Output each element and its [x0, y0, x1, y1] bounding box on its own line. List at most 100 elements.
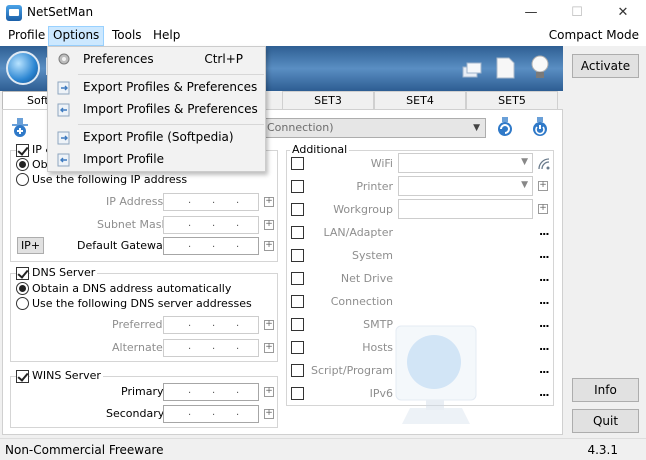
ip-use-following-radio[interactable]: [16, 173, 29, 186]
menu-item-export-profile[interactable]: Export Profile (Softpedia): [48, 126, 265, 148]
subnet-mask-field[interactable]: ...: [163, 216, 259, 234]
additional-checkbox[interactable]: [291, 272, 304, 285]
menu-profile[interactable]: Profile: [4, 26, 49, 46]
more-options-button[interactable]: ...: [539, 363, 550, 376]
chevron-down-icon: ▼: [521, 157, 528, 167]
additional-checkbox[interactable]: [291, 341, 304, 354]
ip-plus-button[interactable]: IP+: [17, 237, 44, 254]
more-options-button[interactable]: ...: [539, 225, 550, 238]
plus-icon[interactable]: +: [538, 204, 548, 214]
ip-checkbox[interactable]: [16, 144, 29, 157]
additional-row-label: System: [351, 249, 393, 262]
power-icon[interactable]: [530, 116, 550, 138]
plus-icon[interactable]: +: [538, 181, 548, 191]
more-options-button[interactable]: ...: [539, 271, 550, 284]
document-icon: [496, 57, 515, 79]
ip-address-field[interactable]: ...: [163, 193, 259, 211]
plus-icon[interactable]: +: [264, 197, 274, 207]
import-icon: [57, 103, 70, 117]
secondary-wins-field[interactable]: ...: [163, 405, 259, 423]
additional-row-label: LAN/Adapter: [323, 226, 393, 239]
menu-item-import-profile[interactable]: Import Profile: [48, 148, 265, 170]
additional-row-label: Workgroup: [333, 203, 393, 216]
more-options-button[interactable]: ...: [539, 340, 550, 353]
more-options-button[interactable]: ...: [539, 317, 550, 330]
plus-icon[interactable]: +: [264, 387, 274, 397]
menu-item-label: Export Profile (Softpedia): [83, 130, 234, 144]
dns-use-following-radio[interactable]: [16, 297, 29, 310]
menu-item-shortcut: Ctrl+P: [204, 52, 243, 66]
menu-item-export-profiles-preferences[interactable]: Export Profiles & Preferences: [48, 76, 265, 98]
printer-select[interactable]: ▼: [398, 176, 533, 196]
quit-button[interactable]: Quit: [572, 409, 639, 433]
more-options-button[interactable]: ...: [539, 294, 550, 307]
plus-icon[interactable]: +: [264, 241, 274, 251]
additional-checkbox[interactable]: [291, 387, 304, 400]
additional-checkbox[interactable]: [291, 364, 304, 377]
plus-icon[interactable]: +: [264, 343, 274, 353]
preferred-dns-field[interactable]: ...: [163, 316, 259, 334]
menu-item-preferences[interactable]: Preferences Ctrl+P: [48, 48, 265, 70]
primary-wins-field[interactable]: ...: [163, 383, 259, 401]
add-network-icon[interactable]: [10, 116, 30, 138]
activate-button[interactable]: Activate: [572, 54, 639, 78]
minimize-button[interactable]: —: [508, 0, 554, 26]
plus-icon[interactable]: +: [264, 409, 274, 419]
more-options-button[interactable]: ...: [539, 386, 550, 399]
title-bar: NetSetMan — ☐ ✕: [0, 0, 646, 26]
close-button[interactable]: ✕: [600, 0, 646, 26]
plus-icon[interactable]: +: [264, 220, 274, 230]
compact-mode-link[interactable]: Compact Mode: [549, 26, 639, 46]
menu-item-import-profiles-preferences[interactable]: Import Profiles & Preferences: [48, 98, 265, 120]
export-icon: [57, 81, 70, 95]
ip-use-following-label: Use the following IP address: [32, 173, 188, 186]
secondary-wins-label: Secondary: [106, 407, 165, 420]
menu-separator: [78, 74, 264, 75]
ip-obtain-radio[interactable]: [16, 158, 29, 171]
additional-checkbox[interactable]: [291, 318, 304, 331]
plus-icon[interactable]: +: [264, 320, 274, 330]
default-gateway-field[interactable]: ...: [163, 237, 259, 255]
additional-checkbox[interactable]: [291, 180, 304, 193]
dns-obtain-radio[interactable]: [16, 282, 29, 295]
menu-options[interactable]: Options: [48, 26, 105, 46]
wins-group-label: WINS Server: [30, 369, 103, 382]
menu-help[interactable]: Help: [149, 26, 184, 46]
globe-icon: [6, 51, 40, 85]
tab-set5[interactable]: SET5: [466, 91, 558, 110]
additional-group-label: Additional: [290, 143, 350, 156]
info-button[interactable]: Info: [572, 378, 639, 402]
window-title: NetSetMan: [27, 5, 94, 19]
preferred-dns-label: Preferred: [112, 318, 163, 331]
app-icon: [6, 5, 22, 21]
default-gateway-label: Default Gateway: [77, 239, 170, 252]
additional-row-label: Hosts: [362, 341, 393, 354]
tab-set4[interactable]: SET4: [374, 91, 466, 110]
alternate-dns-field[interactable]: ...: [163, 339, 259, 357]
wins-checkbox[interactable]: [16, 370, 29, 383]
maximize-button[interactable]: ☐: [554, 0, 600, 26]
dns-use-following-label: Use the following DNS server addresses: [32, 297, 252, 310]
workgroup-field[interactable]: [398, 199, 533, 219]
tab-set3[interactable]: SET3: [282, 91, 374, 110]
additional-checkbox[interactable]: [291, 203, 304, 216]
wifi-icon[interactable]: [538, 158, 550, 170]
menu-tools[interactable]: Tools: [108, 26, 146, 46]
wifi-select[interactable]: ▼: [398, 153, 533, 173]
additional-checkbox[interactable]: [291, 295, 304, 308]
additional-row-label: WiFi: [370, 157, 393, 170]
more-options-button[interactable]: ...: [539, 248, 550, 261]
refresh-icon[interactable]: [495, 116, 515, 138]
ip-address-label: IP Address: [106, 195, 164, 208]
additional-row-label: Net Drive: [340, 272, 393, 285]
additional-checkbox[interactable]: [291, 226, 304, 239]
additional-row-label: Connection: [330, 295, 393, 308]
chevron-down-icon: ▼: [521, 180, 528, 190]
network-icon: [462, 62, 482, 78]
additional-checkbox[interactable]: [291, 249, 304, 262]
additional-row-label: Printer: [356, 180, 393, 193]
menu-item-label: Import Profiles & Preferences: [83, 102, 258, 116]
additional-checkbox[interactable]: [291, 157, 304, 170]
status-bar: Non-Commercial Freeware 4.3.1: [0, 438, 646, 460]
dns-checkbox[interactable]: [16, 267, 29, 280]
